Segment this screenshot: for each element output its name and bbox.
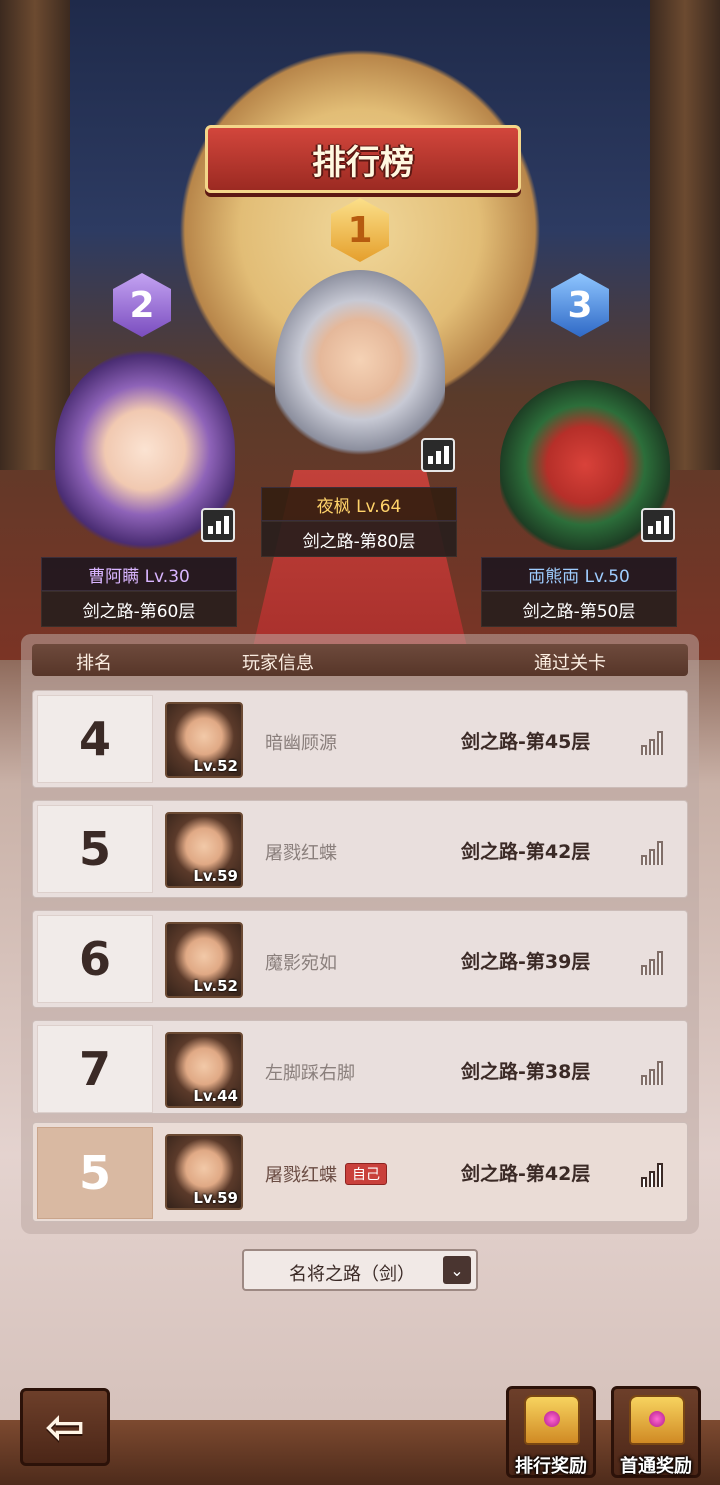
player-name: 左脚踩右脚 [265,1063,355,1084]
player-stage: 剑之路-第38层 [461,1061,591,1083]
list-header: 排名 玩家信息 通过关卡 [32,644,688,676]
header-player: 玩家信息 [242,653,314,674]
first-clear-reward-button[interactable]: 首通奖励 [611,1386,701,1478]
avatar-level: Lv.52 [193,757,238,775]
avatar[interactable]: Lv.44 [165,1032,243,1108]
first-clear-reward-label: 首通奖励 [620,1456,692,1477]
player-stage: 剑之路-第45层 [461,731,591,753]
rank-1-name: 夜枫 Lv.64 [261,487,457,521]
row-rank: 6 [37,915,153,1003]
dropdown-selected: 名将之路（剑） [289,1264,415,1285]
avatar[interactable]: Lv.59 [165,1134,243,1210]
row-rank: 7 [37,1025,153,1113]
player-stage: 剑之路-第39层 [461,951,591,973]
rank-1-hero-portrait[interactable] [275,270,445,470]
rank-3-stage: 剑之路-第50层 [481,591,677,627]
rank-2-name: 曹阿瞒 Lv.30 [41,557,237,591]
self-row[interactable]: 5 Lv.59 屠戮红蝶 自己 剑之路-第42层 [32,1122,688,1222]
avatar-level: Lv.44 [193,1087,238,1105]
self-stage: 剑之路-第42层 [461,1163,591,1185]
rank-1-stats-icon[interactable] [421,438,455,472]
rank-3-plate: 両熊両 Lv.50 剑之路-第50层 [481,557,677,627]
rank-3-stats-icon[interactable] [641,508,675,542]
header-rank: 排名 [76,653,112,674]
self-name: 屠戮红蝶 [265,1165,337,1186]
mode-dropdown[interactable]: 名将之路（剑） ⌄ [242,1249,478,1291]
rank-2-plate: 曹阿瞒 Lv.30 剑之路-第60层 [41,557,237,627]
rank-reward-button[interactable]: 排行奖励 [506,1386,596,1478]
avatar[interactable]: Lv.52 [165,922,243,998]
chevron-down-icon[interactable]: ⌄ [443,1256,471,1284]
stats-icon[interactable] [641,841,667,865]
self-badge: 自己 [345,1163,387,1185]
avatar-level: Lv.52 [193,977,238,995]
back-arrow-icon: ⇦ [44,1399,86,1455]
stats-icon[interactable] [641,1163,667,1187]
stats-icon[interactable] [641,951,667,975]
stats-icon[interactable] [641,1061,667,1085]
stats-icon[interactable] [641,731,667,755]
rank-1-plate: 夜枫 Lv.64 剑之路-第80层 [261,487,457,557]
left-pillar [0,0,70,470]
rank-3-name: 両熊両 Lv.50 [481,557,677,591]
right-pillar [650,0,720,470]
treasure-chest-icon [524,1395,580,1445]
title-banner: 排行榜 [205,125,521,193]
header-stage: 通过关卡 [534,653,606,674]
row-rank: 5 [37,805,153,893]
player-name: 屠戮红蝶 [265,843,337,864]
table-row[interactable]: 6 Lv.52 魔影宛如 剑之路-第39层 [32,910,688,1008]
rank-1-stage: 剑之路-第80层 [261,521,457,557]
rank-2-stats-icon[interactable] [201,508,235,542]
back-button[interactable]: ⇦ [20,1388,110,1466]
player-name: 魔影宛如 [265,953,337,974]
self-name-wrap: 屠戮红蝶 自己 [265,1161,387,1187]
avatar-level: Lv.59 [193,1189,238,1207]
page-title: 排行榜 [312,142,414,183]
player-name: 暗幽顾源 [265,733,337,754]
table-row[interactable]: 4 Lv.52 暗幽顾源 剑之路-第45层 [32,690,688,788]
rank-reward-label: 排行奖励 [515,1456,587,1477]
treasure-chest-icon [629,1395,685,1445]
rank-2-stage: 剑之路-第60层 [41,591,237,627]
table-row[interactable]: 5 Lv.59 屠戮红蝶 剑之路-第42层 [32,800,688,898]
row-rank: 4 [37,695,153,783]
avatar[interactable]: Lv.52 [165,702,243,778]
self-rank: 5 [37,1127,153,1219]
avatar[interactable]: Lv.59 [165,812,243,888]
player-stage: 剑之路-第42层 [461,841,591,863]
table-row[interactable]: 7 Lv.44 左脚踩右脚 剑之路-第38层 [32,1020,688,1114]
avatar-level: Lv.59 [193,867,238,885]
